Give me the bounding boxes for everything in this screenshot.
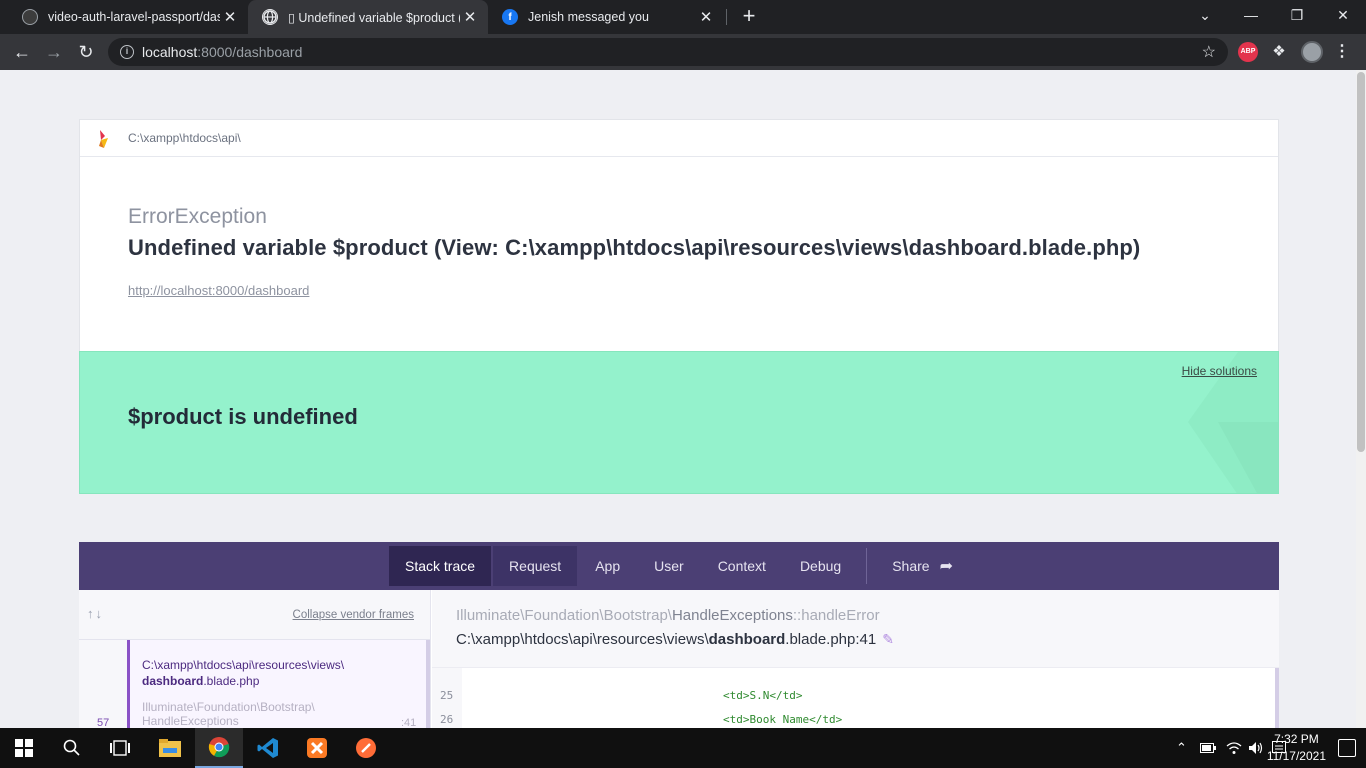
windows-start-icon[interactable] xyxy=(0,728,48,768)
collapse-vendor-frames-link[interactable]: Collapse vendor frames xyxy=(293,609,414,621)
tab-separator xyxy=(726,9,727,25)
browser-tab-title: video-auth-laravel-passport/dash xyxy=(48,10,220,24)
facebook-icon: f xyxy=(502,9,518,25)
browser-tab-active[interactable]: ▯ Undefined variable $product (V ✕ xyxy=(248,0,488,34)
code-line: <td>Book Name</td> xyxy=(723,713,843,726)
browser-menu-icon[interactable]: ⋮ xyxy=(1334,42,1350,62)
stack-frame-selected[interactable]: C:\xampp\htdocs\api\resources\views\ das… xyxy=(127,640,426,728)
next-frame-class: HandleExceptions xyxy=(142,714,239,728)
tab-context[interactable]: Context xyxy=(702,546,782,586)
extensions-puzzle-icon[interactable]: ❖ xyxy=(1270,42,1288,62)
browser-tab-title: ▯ Undefined variable $product (V xyxy=(288,10,460,25)
close-tab-icon[interactable]: ✕ xyxy=(460,8,480,26)
frame-class: Illuminate\Foundation\Bootstrap\HandleEx… xyxy=(456,607,880,624)
battery-icon[interactable] xyxy=(1200,728,1216,768)
code-line: <td>S.N</td> xyxy=(723,689,803,702)
code-snippet: 25 <td>S.N</td> 26 <td>Book Name</td> xyxy=(432,668,1279,728)
windows-taskbar: ⌃ 7:32 PM 11/17/2021 xyxy=(0,728,1366,768)
address-url: localhost:8000/dashboard xyxy=(142,44,303,60)
page-viewport: C:\xampp\htdocs\api\ ErrorException Unde… xyxy=(0,70,1366,728)
exception-card: C:\xampp\htdocs\api\ ErrorException Unde… xyxy=(79,119,1279,353)
exception-body: ErrorException Undefined variable $produ… xyxy=(80,157,1278,352)
task-view-icon[interactable] xyxy=(96,728,144,768)
frame-line: :41 xyxy=(401,717,417,728)
adblock-plus-icon[interactable]: ABP xyxy=(1238,42,1258,62)
share-arrow-icon: ➦ xyxy=(939,558,953,575)
frames-controls: ↑↓ Collapse vendor frames xyxy=(79,590,430,640)
xampp-icon[interactable] xyxy=(293,728,341,768)
tab-user[interactable]: User xyxy=(638,546,700,586)
vscode-icon[interactable] xyxy=(244,728,292,768)
detail-tabs-bar: Stack trace Request App User Context Deb… xyxy=(79,542,1279,590)
solution-panel: Hide solutions $product is undefined xyxy=(79,351,1279,494)
stack-trace-panel: ↑↓ Collapse vendor frames C:\xampp\htdoc… xyxy=(79,590,1279,728)
address-bar[interactable]: i localhost:8000/dashboard ☆ xyxy=(108,38,1228,66)
browser-tab-facebook[interactable]: f Jenish messaged you ✕ xyxy=(488,0,724,34)
postman-icon[interactable] xyxy=(342,728,390,768)
hide-solutions-link[interactable]: Hide solutions xyxy=(1182,364,1257,378)
close-tab-icon[interactable]: ✕ xyxy=(696,8,716,26)
tab-search-icon[interactable]: ⌄ xyxy=(1182,0,1228,30)
globe-icon xyxy=(262,9,278,25)
code-line-number: 25 xyxy=(440,689,454,702)
tab-stack-trace[interactable]: Stack trace xyxy=(389,546,492,586)
tabs-divider xyxy=(866,548,868,584)
clock-time: 7:32 PM xyxy=(1274,732,1319,746)
chrome-icon[interactable] xyxy=(195,728,243,768)
site-info-icon[interactable]: i xyxy=(120,45,134,59)
exception-class: ErrorException xyxy=(128,205,267,228)
minimize-button[interactable]: — xyxy=(1228,0,1274,30)
page-scrollbar[interactable] xyxy=(1356,70,1366,728)
next-frame-namespace: Illuminate\Foundation\Bootstrap\ xyxy=(142,700,315,714)
tab-request[interactable]: Request xyxy=(493,546,578,586)
frame-file-path: C:\xampp\htdocs\api\resources\views\dash… xyxy=(456,631,894,648)
file-explorer-icon[interactable] xyxy=(146,728,194,768)
bookmark-star-icon[interactable]: ☆ xyxy=(1202,42,1216,62)
volume-icon[interactable] xyxy=(1248,728,1264,768)
browser-tab-strip: video-auth-laravel-passport/dash ✕ ▯ Und… xyxy=(0,0,1366,34)
exception-message: Undefined variable $product (View: C:\xa… xyxy=(128,235,1141,260)
github-icon xyxy=(22,9,38,25)
profile-avatar[interactable] xyxy=(1301,41,1323,63)
page-scrollbar-thumb[interactable] xyxy=(1357,72,1365,452)
tab-debug[interactable]: Debug xyxy=(784,546,857,586)
app-path-header: C:\xampp\htdocs\api\ xyxy=(80,120,1278,157)
wifi-icon[interactable] xyxy=(1226,728,1242,768)
clock-date: 11/17/2021 xyxy=(1266,749,1326,763)
stack-frames-list: ↑↓ Collapse vendor frames C:\xampp\htdoc… xyxy=(79,590,431,728)
close-window-button[interactable]: ✕ xyxy=(1320,0,1366,30)
notification-center-icon[interactable] xyxy=(1338,739,1356,757)
edit-pencil-icon[interactable]: ✎ xyxy=(882,631,894,647)
tray-chevron-icon[interactable]: ⌃ xyxy=(1176,728,1187,768)
app-path: C:\xampp\htdocs\api\ xyxy=(128,131,241,145)
browser-tab-github[interactable]: video-auth-laravel-passport/dash ✕ xyxy=(8,0,248,34)
frame-number: 57 xyxy=(97,717,110,728)
browser-tab-title: Jenish messaged you xyxy=(528,10,649,24)
share-label: Share xyxy=(892,558,930,574)
tab-share[interactable]: Share ➦ xyxy=(876,546,969,586)
ignition-logo-icon xyxy=(99,130,108,148)
reload-button[interactable]: ↻ xyxy=(74,40,98,64)
frames-scrollbar[interactable] xyxy=(426,640,430,728)
frame-nav-arrows-icon[interactable]: ↑↓ xyxy=(87,606,104,621)
frame-path: C:\xampp\htdocs\api\resources\views\ xyxy=(142,658,345,672)
system-clock[interactable]: 7:32 PM 11/17/2021 xyxy=(1267,731,1326,765)
search-icon[interactable] xyxy=(48,728,96,768)
new-tab-button[interactable]: + xyxy=(738,5,760,27)
code-line-number: 26 xyxy=(440,713,454,726)
back-button[interactable]: ← xyxy=(10,40,34,64)
tab-app[interactable]: App xyxy=(579,546,636,586)
forward-button[interactable]: → xyxy=(42,40,66,64)
close-tab-icon[interactable]: ✕ xyxy=(220,8,240,26)
restore-button[interactable]: ❐ xyxy=(1274,0,1320,30)
frame-file: dashboard.blade.php xyxy=(142,674,260,688)
frame-detail: Illuminate\Foundation\Bootstrap\HandleEx… xyxy=(432,590,1279,728)
request-url-link[interactable]: http://localhost:8000/dashboard xyxy=(128,283,309,298)
browser-toolbar: ← → ↻ i localhost:8000/dashboard ☆ ABP ❖… xyxy=(0,34,1366,70)
frame-detail-header: Illuminate\Foundation\Bootstrap\HandleEx… xyxy=(432,590,1279,668)
code-scrollbar[interactable] xyxy=(1275,668,1279,728)
solution-title: $product is undefined xyxy=(128,404,358,429)
